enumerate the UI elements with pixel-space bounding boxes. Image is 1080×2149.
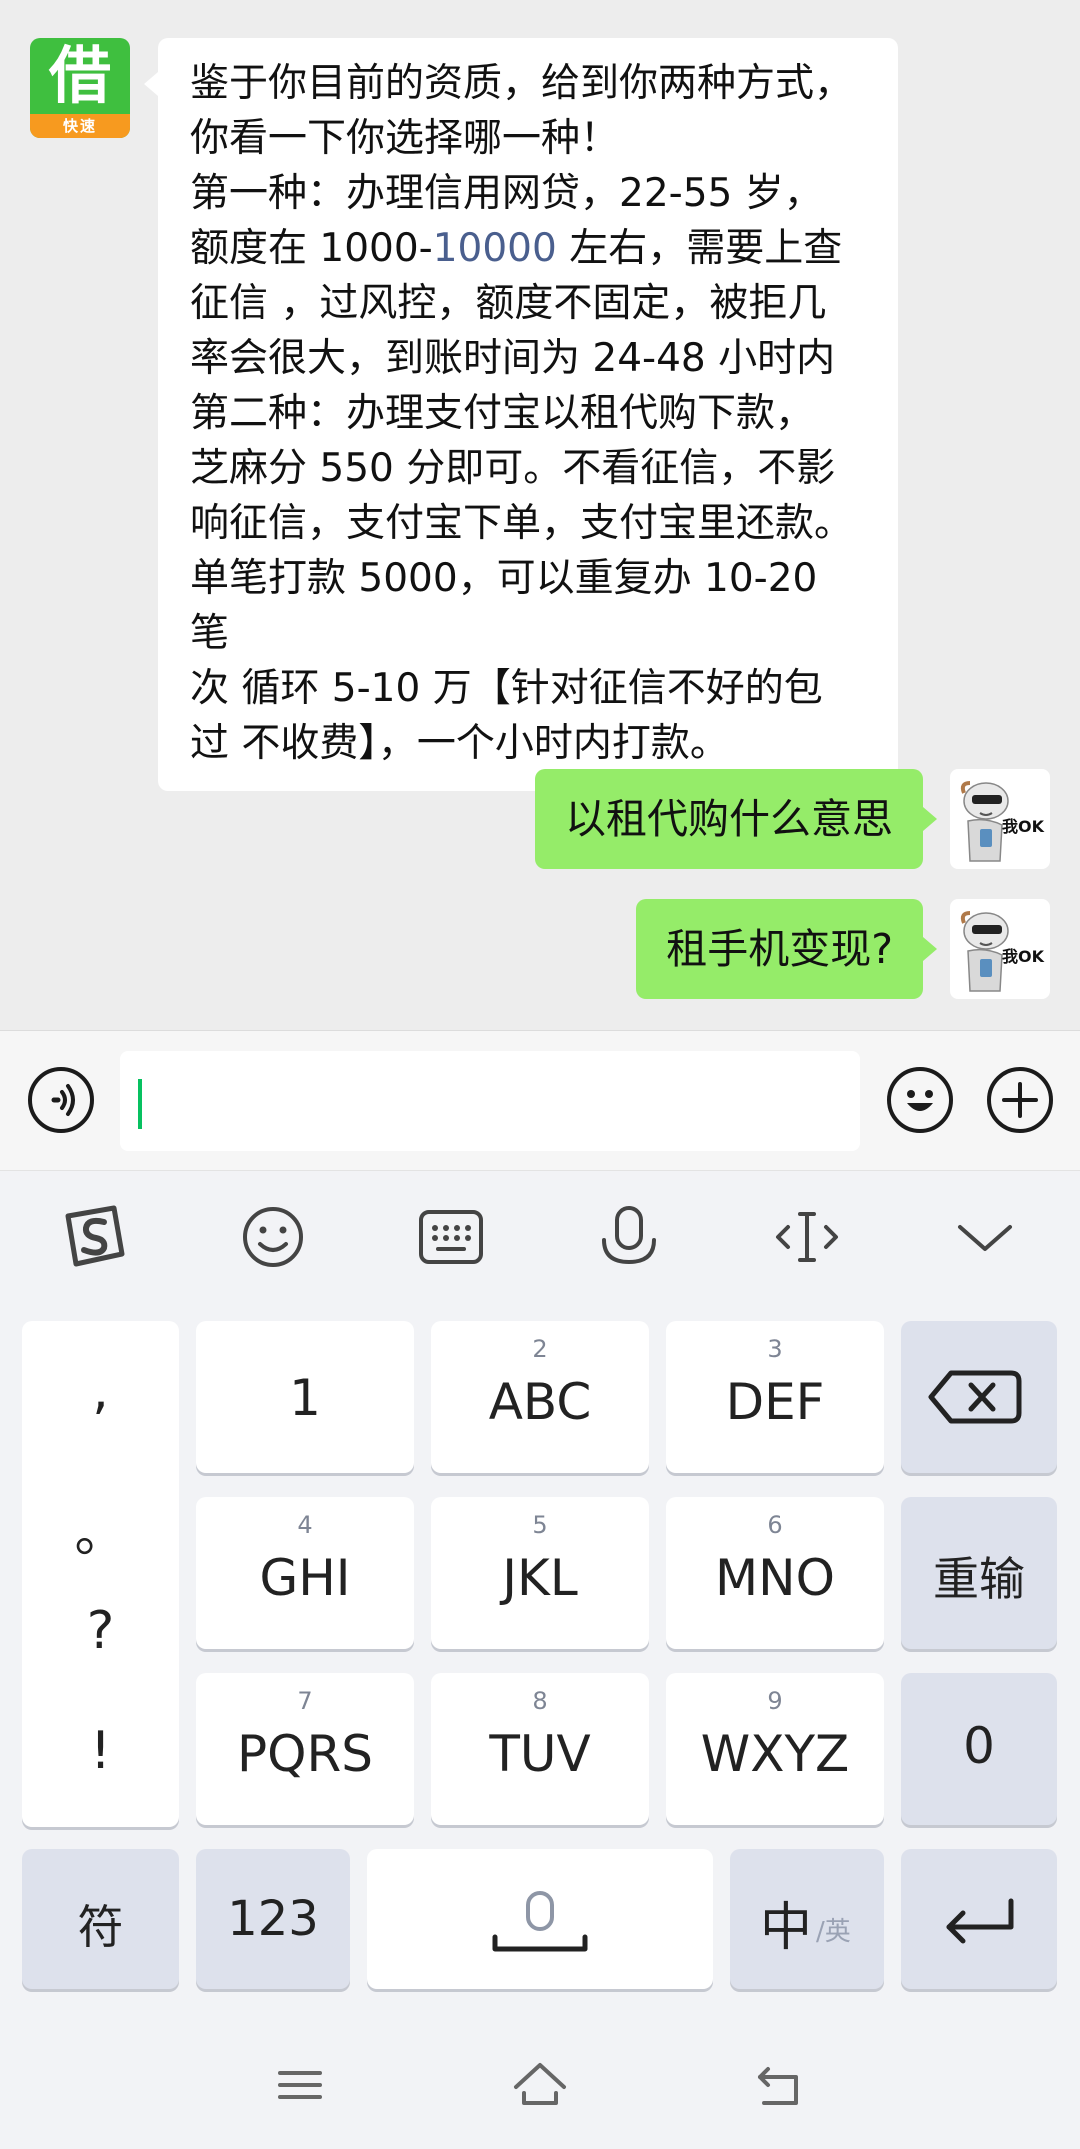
retype-label: 重输 [933, 1552, 1025, 1606]
text-cursor [138, 1079, 142, 1129]
punctuation-key[interactable]: ? [22, 1601, 179, 1661]
key-number: 8 [532, 1687, 548, 1715]
key-number: 7 [297, 1687, 313, 1715]
symbol-label: 符 [77, 1900, 124, 1954]
message-input-bar [0, 1030, 1080, 1170]
lang-main-label: 中 [760, 1898, 813, 1958]
key-letters: PQRS [237, 1725, 373, 1783]
key-number: 5 [532, 1511, 548, 1539]
message-line: 次 循环 5-10 万【针对征信不好的包 [190, 666, 823, 711]
user-avatar[interactable]: 我OK [950, 899, 1050, 999]
backspace-key[interactable] [901, 1321, 1057, 1473]
message-line: 率会很大，到账时间为 24-48 小时内 [190, 336, 836, 381]
key-letters: MNO [715, 1549, 835, 1607]
key-letters: DEF [725, 1373, 825, 1431]
retype-key[interactable]: 重输 [901, 1497, 1057, 1649]
key-letters: JKL [502, 1549, 578, 1607]
message-line: 额度在 1000-10000 左右，需要上查 [190, 221, 868, 276]
chat-area: 借 快速 鉴于你目前的资质，给到你两种方式， 你看一下你选择哪一种！ 第一种：办… [0, 0, 1080, 1030]
number-link[interactable]: 10000 [433, 226, 557, 271]
key-number: 2 [532, 1335, 548, 1363]
voice-space-icon [492, 1891, 588, 1952]
symbol-key[interactable]: 符 [22, 1849, 179, 1989]
key-letters: 1 [289, 1369, 321, 1427]
key-4-ghi[interactable]: 4 GHI [196, 1497, 414, 1649]
incoming-message-bubble[interactable]: 鉴于你目前的资质，给到你两种方式， 你看一下你选择哪一种！ 第一种：办理信用网贷… [144, 38, 898, 791]
message-line: 芝麻分 550 分即可。不看征信，不影 [190, 446, 836, 491]
avatar-caption: 我OK [1001, 947, 1044, 966]
plus-icon[interactable] [987, 1067, 1053, 1133]
voice-icon[interactable] [28, 1067, 94, 1133]
avatar-glyph: 借 [48, 39, 111, 112]
key-2-abc[interactable]: 2 ABC [431, 1321, 649, 1473]
punctuation-key-column[interactable]: , 。 ? ! [22, 1321, 179, 1827]
outgoing-message-bubble[interactable]: 以租代购什么意思 [535, 769, 937, 869]
backspace-icon [928, 1370, 1022, 1424]
key-6-mno[interactable]: 6 MNO [666, 1497, 884, 1649]
key-letters: TUV [489, 1725, 591, 1783]
outgoing-message-bubble[interactable]: 租手机变现? [636, 899, 937, 999]
key-number: 4 [297, 1511, 313, 1539]
back-icon[interactable] [750, 2055, 810, 2115]
message-line: 第二种：办理支付宝以租代购下款， [190, 391, 815, 436]
key-letters: GHI [259, 1549, 351, 1607]
chevron-down-icon[interactable] [950, 1202, 1020, 1272]
contact-avatar[interactable]: 借 快速 [30, 38, 130, 138]
sogou-logo-icon[interactable] [60, 1202, 130, 1272]
user-avatar[interactable]: 我OK [950, 769, 1050, 869]
avatar-caption: 我OK [1001, 817, 1044, 836]
home-icon[interactable] [510, 2055, 570, 2115]
message-line: 第一种：办理信用网贷，22-55 岁， [190, 171, 823, 216]
menu-icon[interactable] [270, 2055, 330, 2115]
key-number: 6 [767, 1511, 783, 1539]
key-5-jkl[interactable]: 5 JKL [431, 1497, 649, 1649]
numeric-key[interactable]: 123 [196, 1849, 350, 1989]
message-line: 过 不收费】，一个小时内打款。 [190, 721, 729, 766]
emoji-face-icon[interactable] [238, 1202, 308, 1272]
cursor-move-icon[interactable] [772, 1202, 842, 1272]
message-text: 额度在 1000- [190, 226, 433, 271]
key-number: 9 [767, 1687, 783, 1715]
microphone-icon[interactable] [594, 1202, 664, 1272]
avatar-label: 快速 [30, 114, 130, 138]
keyboard-icon[interactable] [416, 1202, 486, 1272]
message-text: 左右，需要上查 [556, 226, 843, 271]
key-7-pqrs[interactable]: 7 PQRS [196, 1673, 414, 1825]
enter-icon [946, 1898, 1014, 1944]
language-switch-key[interactable]: 中 /英 [730, 1849, 884, 1989]
enter-key[interactable] [901, 1849, 1057, 1989]
key-digit: 0 [963, 1717, 995, 1775]
key-number: 3 [767, 1335, 783, 1363]
key-0[interactable]: 0 [901, 1673, 1057, 1825]
punctuation-key[interactable]: 。 [22, 1491, 179, 1566]
key-3-def[interactable]: 3 DEF [666, 1321, 884, 1473]
key-9-wxyz[interactable]: 9 WXYZ [666, 1673, 884, 1825]
message-line: 征信 ，过风控，额度不固定，被拒几 [190, 281, 827, 326]
key-1[interactable]: 1 [196, 1321, 414, 1473]
message-input[interactable] [120, 1051, 860, 1151]
message-line: 单笔打款 5000，可以重复办 10-20 笔 [190, 556, 818, 656]
punctuation-key[interactable]: ! [22, 1721, 179, 1781]
numeric-label: 123 [227, 1891, 319, 1947]
message-line: 响征信，支付宝下单，支付宝里还款。 [190, 501, 854, 546]
punctuation-key[interactable]: , [22, 1361, 179, 1421]
message-line: 你看一下你选择哪一种！ [190, 116, 620, 161]
key-letters: WXYZ [700, 1725, 850, 1783]
lang-sub-label: /英 [816, 1917, 851, 1947]
space-key[interactable] [367, 1849, 713, 1989]
emoji-icon[interactable] [887, 1067, 953, 1133]
key-letters: ABC [488, 1373, 592, 1431]
message-line: 鉴于你目前的资质，给到你两种方式， [190, 61, 854, 106]
key-8-tuv[interactable]: 8 TUV [431, 1673, 649, 1825]
